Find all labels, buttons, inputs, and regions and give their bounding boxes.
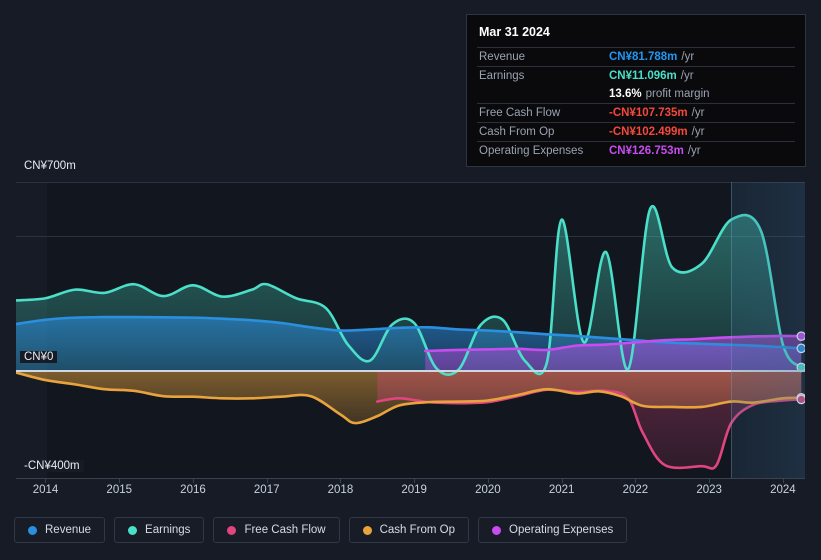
x-axis-tick [45,478,47,483]
legend-item-free-cash-flow[interactable]: Free Cash Flow [213,517,340,543]
x-axis-label: 2014 [32,484,59,496]
legend-color-dot-icon [362,525,372,535]
tooltip-row-value: 13.6% [609,88,642,100]
endpoint-dot-operating-expenses [796,331,805,341]
tooltip-row-value: -CN¥102.499m [609,126,688,138]
tooltip-row: Cash From Op -CN¥102.499m/yr [477,122,795,141]
tooltip-row-unit: /yr [691,126,705,138]
x-axis-tick [192,478,194,483]
x-axis-label: 2017 [253,484,280,496]
x-axis-tick [487,478,489,483]
y-axis-label: CN¥700m [20,160,80,172]
x-axis-tick [340,478,342,483]
legend-color-dot-icon [227,525,237,535]
tooltip-row-unit: /yr [681,51,695,63]
x-axis-label: 2019 [401,484,427,496]
y-axis-label: CN¥0 [20,351,58,363]
tooltip-row-unit: /yr [691,107,705,119]
tooltip-row: Earnings CN¥11.096m/yr [477,66,795,85]
tooltip-row-value: CN¥11.096m [609,70,677,82]
tooltip-date: Mar 31 2024 [479,25,550,39]
legend-item-label: Earnings [145,524,191,536]
legend-item-earnings[interactable]: Earnings [114,517,205,543]
tooltip-row-label: Revenue [479,51,526,63]
x-axis-tick [561,478,563,483]
zero-line [16,370,805,372]
x-axis-tick [119,478,121,483]
area-g-fcf [377,370,802,469]
x-axis-line [16,478,805,479]
tooltip-panel: Mar 31 2024 Revenue CN¥81.788m/yr Earnings… [466,14,806,167]
x-axis-label: 2018 [327,484,354,496]
x-axis-label: 2021 [548,484,575,496]
legend-item-label: Cash From Op [379,524,456,536]
tooltip-row-unit: /yr [680,70,694,82]
tooltip-row: Revenue CN¥81.788m/yr [477,47,795,66]
tooltip-row-value: CN¥126.753m [609,145,684,157]
chart-svg [16,204,805,470]
tooltip-row-label: Free Cash Flow [479,107,561,119]
plot-area [16,182,805,478]
x-axis-label: 2020 [475,484,501,496]
tooltip-row: 13.6% profit margin [477,85,795,103]
x-axis-tick [782,478,784,483]
legend-color-dot-icon [492,525,502,535]
legend-item-operating-expenses[interactable]: Operating Expenses [478,517,628,543]
x-axis-label: 2024 [770,484,796,496]
tooltip-row-unit: /yr [687,145,701,157]
y-axis-label: -CN¥400m [20,460,84,472]
chart-root: CN¥700m CN¥0 -CN¥400m 2014 2015 2016 2017 2018… [0,0,821,560]
legend-item-revenue[interactable]: Revenue [14,517,106,543]
legend-item-cash-from-op[interactable]: Cash From Op [348,517,470,543]
x-axis-label: 2016 [180,484,206,496]
tooltip-row-unit: profit margin [645,88,710,100]
tooltip-row: Free Cash Flow -CN¥107.735m/yr [477,103,795,122]
x-axis-label: 2023 [696,484,722,496]
tooltip-row-value: CN¥81.788m [609,51,678,63]
x-axis-label: 2022 [622,484,649,496]
legend-color-dot-icon [128,525,138,535]
tooltip-rows: Revenue CN¥81.788m/yr Earnings CN¥11.096m/y… [477,47,795,160]
legend-item-label: Operating Expenses [509,524,614,536]
tooltip-row-label: Cash From Op [479,126,555,138]
legend-color-dot-icon [28,525,37,535]
x-axis-tick [414,478,416,483]
x-axis-tick [709,478,711,483]
x-axis-tick [266,478,268,483]
tooltip-row-label: Operating Expenses [479,145,584,157]
chart-legend[interactable]: Revenue Earnings Free Cash Flow Cash From O… [14,517,628,543]
endpoint-dot-free-cash-flow [796,394,805,405]
endpoint-dot-revenue [796,343,805,354]
legend-item-label: Free Cash Flow [244,524,326,536]
legend-item-label: Revenue [45,524,92,536]
tooltip-row-label: Earnings [479,70,525,82]
tooltip-row: Operating Expenses CN¥126.753m/yr [477,141,795,160]
x-axis-tick [635,478,637,483]
x-axis-label: 2015 [106,484,133,496]
tooltip-row-value: -CN¥107.735m [609,107,688,119]
forecast-divider [731,182,733,478]
